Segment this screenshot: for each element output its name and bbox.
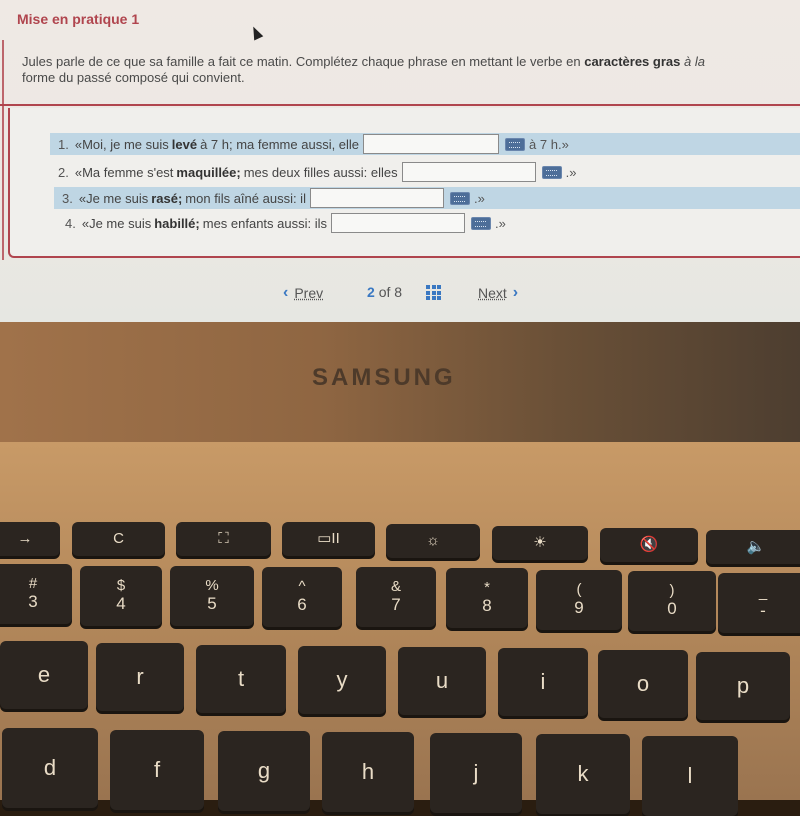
brightness-up-key[interactable]: ☀ xyxy=(492,526,588,560)
fullscreen-key[interactable]: ⛶ xyxy=(176,522,271,556)
key-y[interactable]: y xyxy=(298,646,386,714)
instructions-part2: à la xyxy=(680,54,705,69)
prev-button[interactable]: ‹ Prev xyxy=(283,284,329,302)
answer-input-2[interactable] xyxy=(401,162,536,182)
key-5[interactable]: % 5 xyxy=(170,566,254,626)
keyboard-icon[interactable] xyxy=(541,165,562,179)
key-t[interactable]: t xyxy=(196,645,286,713)
key-g[interactable]: g xyxy=(218,731,310,811)
key-6[interactable]: ^ 6 xyxy=(262,567,342,627)
exercise-panel: 1. «Moi, je me suis levé à 7 h; ma femme… xyxy=(8,108,800,258)
page-of: of xyxy=(378,284,391,300)
item-number: 3. xyxy=(62,190,73,206)
exercise-title: Mise en pratique 1 xyxy=(17,11,140,27)
key-p[interactable]: p xyxy=(696,652,790,720)
instructions-part3: forme du passé composé qui convient. xyxy=(22,70,245,85)
item-text-before: «Ma femme s'est xyxy=(74,164,174,180)
item-tail: à 7 h.» xyxy=(529,136,569,152)
item-text-after: mes deux filles aussi: elles xyxy=(243,164,398,180)
key-4[interactable]: $4 xyxy=(80,566,162,626)
key-minus[interactable]: _ - xyxy=(718,573,800,633)
key-d[interactable]: d xyxy=(2,728,98,808)
exercise-item-2: 2. «Ma femme s'est maquillée; mes deux f… xyxy=(58,161,798,183)
key-3[interactable]: #3 xyxy=(0,564,72,624)
item-text-after: mes enfants aussi: ils xyxy=(202,215,328,231)
item-text-after: à 7 h; ma femme aussi, elle xyxy=(200,136,360,152)
screen: Mise en pratique 1 Jules parle de ce que… xyxy=(0,0,800,322)
prev-label[interactable]: Prev xyxy=(294,285,323,301)
key-u[interactable]: u xyxy=(398,647,486,715)
key-k[interactable]: k xyxy=(536,734,630,814)
key-l[interactable]: l xyxy=(642,736,738,816)
keyboard-icon[interactable] xyxy=(449,191,470,205)
answer-input-1[interactable] xyxy=(363,134,500,154)
exercise-item-1: 1. «Moi, je me suis levé à 7 h; ma femme… xyxy=(50,133,800,155)
item-text-before: «Moi, je me suis xyxy=(74,136,169,152)
item-tail: .» xyxy=(495,215,506,231)
item-text-after: mon fils aîné aussi: il xyxy=(185,190,306,206)
item-bold-verb: maquillée; xyxy=(176,164,241,180)
item-number: 2. xyxy=(58,164,69,180)
key-0[interactable]: ) 0 xyxy=(628,571,716,631)
item-bold-verb: levé xyxy=(171,136,198,152)
key-i[interactable]: i xyxy=(498,648,588,716)
next-button[interactable]: Next › xyxy=(472,284,518,302)
chevron-left-icon: ‹ xyxy=(283,284,289,301)
card-border xyxy=(2,40,4,260)
refresh-key[interactable]: C xyxy=(72,522,165,556)
brand-logo: SAMSUNG xyxy=(312,364,456,391)
item-number: 1. xyxy=(58,136,69,152)
exercise-item-3: 3. «Je me suis rasé; mon fils aîné aussi… xyxy=(54,187,800,209)
key-j[interactable]: j xyxy=(430,733,522,813)
key-h[interactable]: h xyxy=(322,732,414,812)
volume-key[interactable]: 🔈 xyxy=(706,530,800,564)
total-pages: 8 xyxy=(394,284,403,300)
instructions-text: Jules parle de ce que sa famille a fait … xyxy=(22,54,792,86)
forward-key[interactable]: → xyxy=(0,522,60,556)
key-7[interactable]: & 7 xyxy=(356,567,436,627)
next-label[interactable]: Next xyxy=(478,285,507,301)
brightness-down-key[interactable]: ☼ xyxy=(386,524,480,558)
answer-input-4[interactable] xyxy=(331,213,466,233)
key-e[interactable]: e xyxy=(0,641,88,709)
answer-input-3[interactable] xyxy=(309,188,444,208)
key-8[interactable]: * 8 xyxy=(446,568,528,628)
keyboard-icon[interactable] xyxy=(471,216,492,230)
item-tail: .» xyxy=(473,190,485,206)
page-count: 2 of 8 xyxy=(367,284,402,300)
instructions-bold: caractères gras xyxy=(584,54,681,69)
item-tail: .» xyxy=(565,164,577,180)
mute-key[interactable]: 🔇 xyxy=(600,528,698,562)
item-number: 4. xyxy=(65,215,76,231)
item-bold-verb: rasé; xyxy=(151,190,183,206)
current-page: 2 xyxy=(367,284,375,300)
instructions-part1: Jules parle de ce que sa famille a fait … xyxy=(22,54,585,69)
key-o[interactable]: o xyxy=(598,650,688,718)
overview-key[interactable]: ▭II xyxy=(282,522,375,556)
chevron-right-icon: › xyxy=(512,284,519,301)
item-text-before: «Je me suis xyxy=(78,190,149,206)
item-text-before: «Je me suis xyxy=(81,215,152,231)
item-bold-verb: habillé; xyxy=(154,215,200,231)
keyboard-icon[interactable] xyxy=(505,137,526,151)
key-9[interactable]: (9 xyxy=(536,570,622,630)
key-f[interactable]: f xyxy=(110,730,204,810)
key-r[interactable]: r xyxy=(96,643,184,711)
grid-menu-icon[interactable] xyxy=(426,285,441,300)
exercise-item-4: 4. «Je me suis habillé; mes enfants auss… xyxy=(65,212,798,234)
